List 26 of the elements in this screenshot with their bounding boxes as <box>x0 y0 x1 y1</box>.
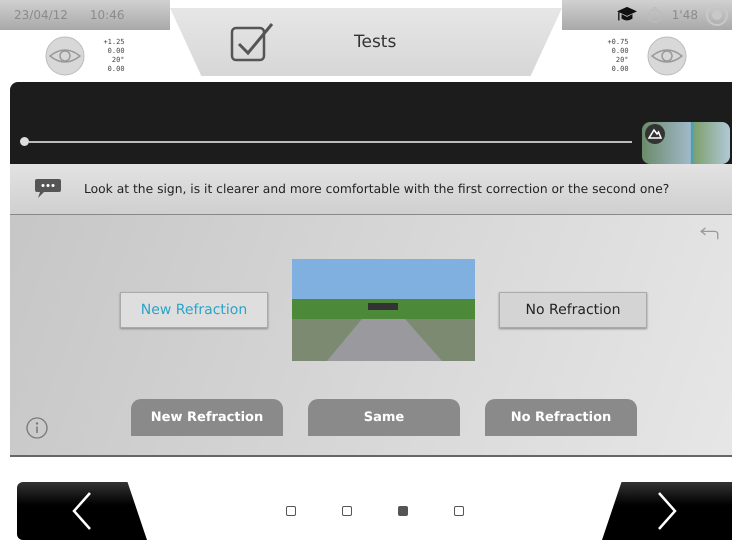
page-indicator[interactable] <box>398 506 408 516</box>
answer-button[interactable]: New Refraction <box>131 398 283 436</box>
time-text: 10:46 <box>90 8 124 22</box>
date-text: 23/04/12 <box>14 8 68 22</box>
page-indicator[interactable] <box>286 506 296 516</box>
answer-button[interactable]: Same <box>308 398 460 436</box>
question-text: Look at the sign, is it clearer and more comfortable with the first correction or the second one? <box>84 182 670 196</box>
eye-icon <box>45 36 86 76</box>
page-indicator[interactable] <box>454 506 464 516</box>
choice-button[interactable]: No Refraction <box>499 292 647 328</box>
checkbox-icon <box>230 22 274 62</box>
slider-thumb[interactable] <box>20 137 29 146</box>
page-indicator[interactable] <box>342 506 352 516</box>
timer-text: 1'48 <box>672 8 698 22</box>
speech-bubble-icon <box>34 178 62 200</box>
chevron-right-icon <box>657 491 677 531</box>
next-button[interactable] <box>602 482 732 540</box>
previous-button[interactable] <box>17 482 147 540</box>
screen-title: Tests <box>354 32 396 52</box>
mountain-icon <box>645 124 665 144</box>
answer-button[interactable]: No Refraction <box>485 398 637 436</box>
info-icon[interactable] <box>26 417 48 439</box>
chevron-left-icon <box>72 491 92 531</box>
eye-icon <box>646 36 687 76</box>
choice-button[interactable]: New Refraction <box>120 292 268 328</box>
scene-thumbnail[interactable] <box>642 122 730 164</box>
